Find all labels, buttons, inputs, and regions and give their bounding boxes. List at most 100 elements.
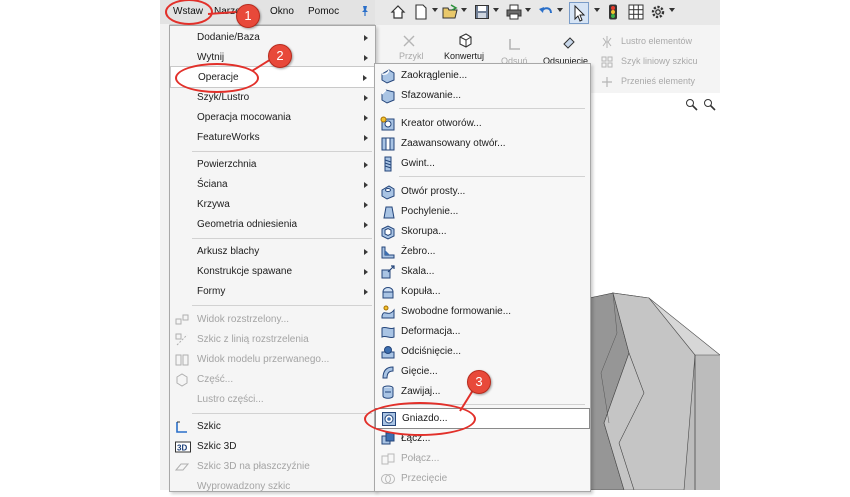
offset-surface-icon[interactable]	[508, 37, 522, 54]
print-icon[interactable]	[506, 4, 522, 20]
menu-item-czesc[interactable]: Część...	[170, 370, 375, 390]
menu-item-skorupa[interactable]: Skorupa...	[375, 222, 590, 242]
menu-item-sfazowanie[interactable]: Sfazowanie...	[375, 86, 590, 106]
open-dropdown-icon[interactable]	[461, 8, 467, 12]
home-icon[interactable]	[390, 4, 406, 20]
select-dropdown-icon[interactable]	[594, 8, 600, 12]
menu-item-szkic[interactable]: Szkic	[170, 417, 375, 437]
grid-icon[interactable]	[628, 4, 644, 20]
gear-dropdown-icon[interactable]	[669, 8, 675, 12]
rib-icon	[380, 244, 396, 260]
convert-entities-icon[interactable]	[458, 33, 473, 51]
menu-separator	[399, 176, 585, 177]
menu-item-geometria-odniesienia[interactable]: Geometria odniesienia	[170, 215, 375, 235]
submenu-arrow-icon	[364, 115, 368, 121]
callout-ring-gniazdo	[364, 402, 476, 436]
menu-item-otwor-prosty[interactable]: Otwór prosty...	[375, 182, 590, 202]
break-view-icon	[175, 353, 189, 367]
deform-icon	[380, 324, 396, 340]
menu-separator	[399, 108, 585, 109]
undo-icon[interactable]	[538, 4, 554, 20]
menu-item-featureworks[interactable]: FeatureWorks	[170, 128, 375, 148]
menu-item-operacja-mocowania[interactable]: Operacja mocowania	[170, 108, 375, 128]
scale-icon	[380, 264, 396, 280]
insert-menu: Dodanie/Baza Wytnij Operacje Szyk/Lustro…	[169, 25, 376, 492]
simple-hole-icon	[380, 184, 396, 200]
save-icon[interactable]	[474, 4, 490, 20]
menu-separator	[192, 151, 372, 152]
menu-item-szkic-z-linia-rozstrzelenia[interactable]: Szkic z linią rozstrzelenia	[170, 330, 375, 350]
ribbon-szyk[interactable]: Szyk liniowy szkicu	[621, 56, 698, 66]
submenu-arrow-icon	[364, 35, 368, 41]
submenu-arrow-icon	[364, 135, 368, 141]
ribbon-konwertuj[interactable]: Konwertuj	[444, 51, 484, 61]
ribbon-przyklej: Przykl	[399, 51, 424, 61]
callout-badge-1: 1	[236, 4, 260, 28]
menu-item-przeciecie[interactable]: Przecięcie	[375, 469, 590, 489]
menu-item-deformacja[interactable]: Deformacja...	[375, 322, 590, 342]
menu-item-pochylenie[interactable]: Pochylenie...	[375, 202, 590, 222]
fillet-icon	[380, 68, 396, 84]
menu-pomoc[interactable]: Pomoc	[308, 6, 339, 17]
traffic-light-icon[interactable]	[605, 4, 621, 20]
new-dropdown-icon[interactable]	[432, 8, 438, 12]
menu-separator	[192, 305, 372, 306]
gear-icon[interactable]	[650, 4, 666, 20]
menu-separator	[192, 413, 372, 414]
menu-item-powierzchnia[interactable]: Powierzchnia	[170, 155, 375, 175]
mirror-entities-icon[interactable]	[601, 36, 613, 51]
menu-item-zaawansowany-otwor[interactable]: Zaawansowany otwór...	[375, 134, 590, 154]
callout-badge-3: 3	[467, 370, 491, 394]
flex-icon	[380, 364, 396, 380]
ribbon-lustro[interactable]: Lustro elementów	[621, 36, 692, 46]
pin-icon[interactable]	[359, 5, 371, 20]
menu-item-zaokraglenie[interactable]: Zaokrąglenie...	[375, 66, 590, 86]
undo-dropdown-icon[interactable]	[557, 8, 563, 12]
move-entities-icon[interactable]	[601, 76, 613, 91]
menu-item-arkusz-blachy[interactable]: Arkusz blachy	[170, 242, 375, 262]
menu-item-widok-modelu-przerwanego[interactable]: Widok modelu przerwanego...	[170, 350, 375, 370]
submenu-arrow-icon	[364, 249, 368, 255]
explode-line-icon	[175, 333, 189, 347]
menu-item-formy[interactable]: Formy	[170, 282, 375, 302]
print-dropdown-icon[interactable]	[525, 8, 531, 12]
open-icon[interactable]	[442, 4, 458, 20]
submenu-arrow-icon	[364, 55, 368, 61]
save-dropdown-icon[interactable]	[493, 8, 499, 12]
ribbon-przenies[interactable]: Przenieś elementy	[621, 76, 695, 86]
menu-item-widok-rozstrzelony[interactable]: Widok rozstrzelony...	[170, 310, 375, 330]
select-pointer-icon[interactable]	[569, 2, 589, 24]
new-document-icon[interactable]	[413, 4, 429, 20]
svg-text:3D: 3D	[177, 444, 187, 453]
graphics-area[interactable]	[589, 93, 720, 490]
menu-item-lustro-czesci[interactable]: Lustro części...	[170, 390, 375, 410]
draft-icon	[380, 204, 396, 220]
sketch-icon	[175, 420, 189, 434]
menu-item-swobodne-formowanie[interactable]: Swobodne formowanie...	[375, 302, 590, 322]
menu-item-sciana[interactable]: Ściana	[170, 175, 375, 195]
menu-item-konstrukcje-spawane[interactable]: Konstrukcje spawane	[170, 262, 375, 282]
menu-item-kopula[interactable]: Kopuła...	[375, 282, 590, 302]
submenu-arrow-icon	[363, 75, 367, 81]
menu-item-szkic-3d[interactable]: 3D Szkic 3D	[170, 437, 375, 457]
submenu-arrow-icon	[364, 95, 368, 101]
linear-pattern-icon[interactable]	[601, 56, 613, 71]
menu-item-skala[interactable]: Skala...	[375, 262, 590, 282]
przyklej-icon[interactable]	[402, 34, 416, 51]
menu-item-zebro[interactable]: Żebro...	[375, 242, 590, 262]
wrap-icon	[380, 384, 396, 400]
offset-entities-icon[interactable]	[561, 36, 576, 53]
advanced-hole-icon	[380, 136, 396, 152]
menu-okno[interactable]: Okno	[270, 6, 294, 17]
menu-item-odcisniecie[interactable]: Odciśnięcie...	[375, 342, 590, 362]
callout-badge-2: 2	[268, 44, 292, 68]
join-icon	[380, 451, 396, 467]
menu-item-wyprowadzony-szkic[interactable]: Wyprowadzony szkic	[170, 477, 375, 497]
menu-item-kreator-otworow[interactable]: Kreator otworów...	[375, 114, 590, 134]
submenu-arrow-icon	[364, 202, 368, 208]
menu-item-krzywa[interactable]: Krzywa	[170, 195, 375, 215]
menu-item-szkic-3d-na-plaszczyznie[interactable]: Szkic 3D na płaszczyźnie	[170, 457, 375, 477]
menu-item-polacz[interactable]: Połącz...	[375, 449, 590, 469]
hole-wizard-icon	[380, 116, 396, 132]
menu-item-gwint[interactable]: Gwint...	[375, 154, 590, 174]
